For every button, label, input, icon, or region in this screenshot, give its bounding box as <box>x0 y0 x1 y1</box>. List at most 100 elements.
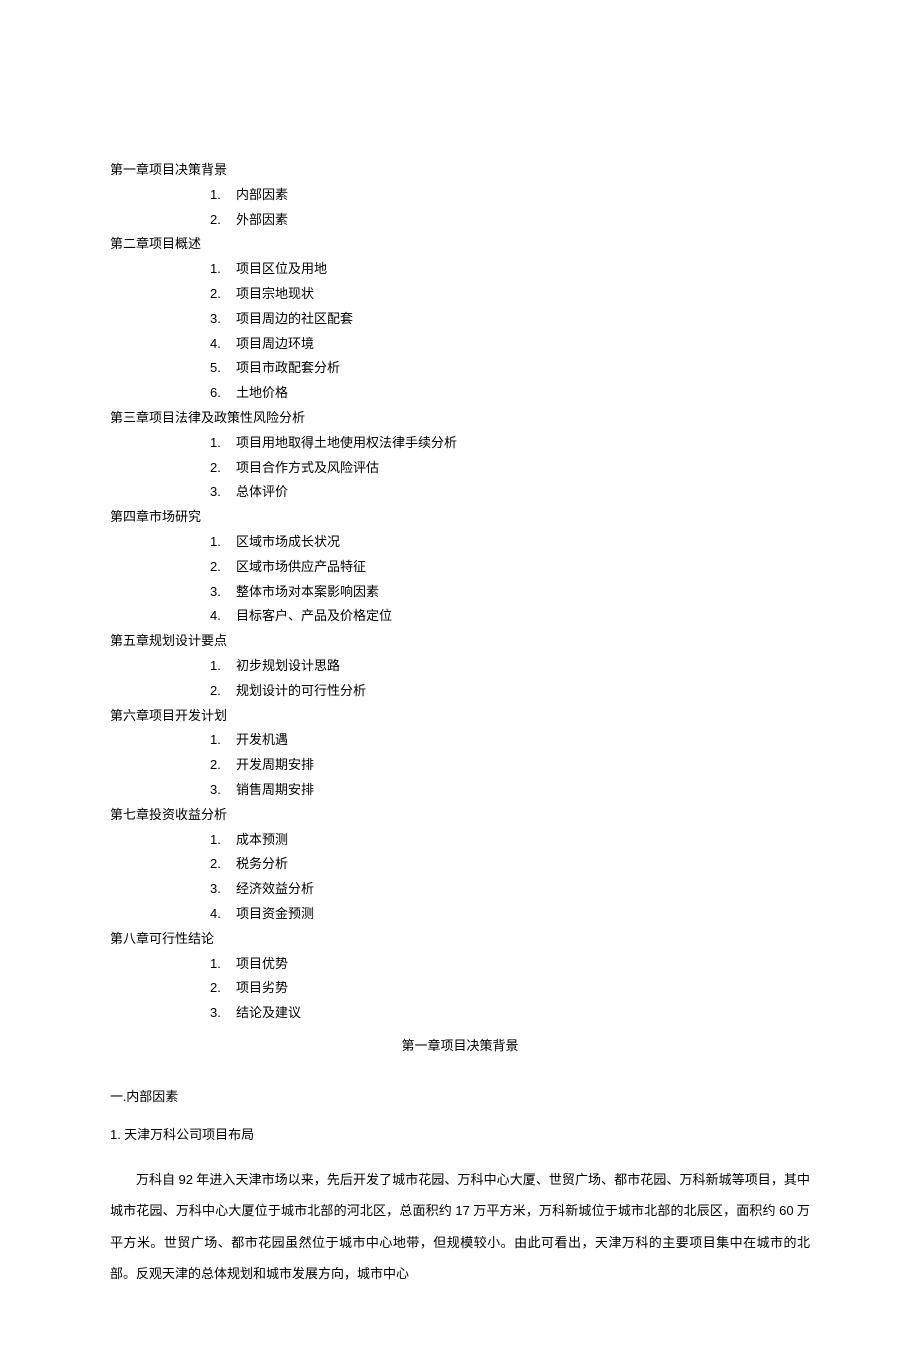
toc-chapter-7: 第七章投资收益分析 1. 成本预测 2. 税务分析 3. 经济效益分析 4. 项… <box>110 805 810 925</box>
subsection-1-heading: 1. 天津万科公司项目布局 <box>110 1125 810 1146</box>
item-text: 项目资金预测 <box>236 904 314 925</box>
item-number: 4. <box>210 334 228 355</box>
item-number: 5. <box>210 358 228 379</box>
toc-item: 2. 开发周期安排 <box>110 755 810 776</box>
item-text: 外部因素 <box>236 210 288 231</box>
item-number: 2. <box>210 681 228 702</box>
toc-item: 3. 项目周边的社区配套 <box>110 309 810 330</box>
item-number: 4. <box>210 606 228 627</box>
chapter-title: 第四章市场研究 <box>110 507 810 528</box>
item-text: 项目市政配套分析 <box>236 358 340 379</box>
item-number: 1. <box>210 259 228 280</box>
toc-item: 1. 区域市场成长状况 <box>110 532 810 553</box>
body-paragraph: 万科自 92 年进入天津市场以来，先后开发了城市花园、万科中心大厦、世贸广场、都… <box>110 1164 810 1289</box>
subsection-number: 1. <box>110 1127 121 1142</box>
toc-item: 2. 税务分析 <box>110 854 810 875</box>
item-text: 税务分析 <box>236 854 288 875</box>
item-text: 项目区位及用地 <box>236 259 327 280</box>
paragraph-number: 17 <box>455 1203 469 1218</box>
paragraph-text: 万科自 <box>136 1172 179 1187</box>
item-text: 区域市场供应产品特征 <box>236 557 366 578</box>
toc-item: 6. 土地价格 <box>110 383 810 404</box>
paragraph-number: 60 <box>779 1203 793 1218</box>
item-number: 3. <box>210 582 228 603</box>
item-text: 项目周边环境 <box>236 334 314 355</box>
subsection-text: 天津万科公司项目布局 <box>121 1127 254 1142</box>
item-number: 1. <box>210 185 228 206</box>
toc-item: 1. 项目优势 <box>110 954 810 975</box>
toc-item: 1. 内部因素 <box>110 185 810 206</box>
item-number: 3. <box>210 309 228 330</box>
chapter-title: 第二章项目概述 <box>110 234 810 255</box>
item-text: 开发周期安排 <box>236 755 314 776</box>
item-text: 销售周期安排 <box>236 780 314 801</box>
content-section: 一.内部因素 1. 天津万科公司项目布局 万科自 92 年进入天津市场以来，先后… <box>110 1087 810 1289</box>
item-number: 2. <box>210 284 228 305</box>
item-text: 项目劣势 <box>236 978 288 999</box>
section-1-heading: 一.内部因素 <box>110 1087 810 1108</box>
item-number: 6. <box>210 383 228 404</box>
chapter-1-title-centered: 第一章项目决策背景 <box>110 1036 810 1057</box>
item-number: 3. <box>210 879 228 900</box>
toc-item: 1. 成本预测 <box>110 830 810 851</box>
item-text: 成本预测 <box>236 830 288 851</box>
toc-item: 1. 项目区位及用地 <box>110 259 810 280</box>
toc-chapter-5: 第五章规划设计要点 1. 初步规划设计思路 2. 规划设计的可行性分析 <box>110 631 810 701</box>
toc-item: 1. 初步规划设计思路 <box>110 656 810 677</box>
item-number: 1. <box>210 433 228 454</box>
toc-chapter-2: 第二章项目概述 1. 项目区位及用地 2. 项目宗地现状 3. 项目周边的社区配… <box>110 234 810 404</box>
item-number: 2. <box>210 755 228 776</box>
item-number: 2. <box>210 978 228 999</box>
item-text: 项目合作方式及风险评估 <box>236 458 379 479</box>
item-text: 总体评价 <box>236 482 288 503</box>
toc-item: 3. 结论及建议 <box>110 1003 810 1024</box>
paragraph-number: 92 <box>179 1172 193 1187</box>
item-number: 1. <box>210 830 228 851</box>
toc-item: 4. 项目资金预测 <box>110 904 810 925</box>
toc-item: 3. 销售周期安排 <box>110 780 810 801</box>
item-text: 整体市场对本案影响因素 <box>236 582 379 603</box>
item-text: 项目用地取得土地使用权法律手续分析 <box>236 433 457 454</box>
item-number: 2. <box>210 557 228 578</box>
item-number: 1. <box>210 730 228 751</box>
toc-chapter-3: 第三章项目法律及政策性风险分析 1. 项目用地取得土地使用权法律手续分析 2. … <box>110 408 810 503</box>
item-text: 经济效益分析 <box>236 879 314 900</box>
toc-item: 2. 项目合作方式及风险评估 <box>110 458 810 479</box>
item-text: 规划设计的可行性分析 <box>236 681 366 702</box>
toc-item: 4. 项目周边环境 <box>110 334 810 355</box>
item-number: 3. <box>210 482 228 503</box>
item-text: 结论及建议 <box>236 1003 301 1024</box>
toc-chapter-6: 第六章项目开发计划 1. 开发机遇 2. 开发周期安排 3. 销售周期安排 <box>110 706 810 801</box>
toc-item: 1. 项目用地取得土地使用权法律手续分析 <box>110 433 810 454</box>
item-number: 1. <box>210 656 228 677</box>
toc-chapter-1: 第一章项目决策背景 1. 内部因素 2. 外部因素 <box>110 160 810 230</box>
toc-chapter-4: 第四章市场研究 1. 区域市场成长状况 2. 区域市场供应产品特征 3. 整体市… <box>110 507 810 627</box>
toc-item: 2. 外部因素 <box>110 210 810 231</box>
item-number: 4. <box>210 904 228 925</box>
chapter-title: 第五章规划设计要点 <box>110 631 810 652</box>
item-number: 1. <box>210 954 228 975</box>
toc-item: 1. 开发机遇 <box>110 730 810 751</box>
toc-chapter-8: 第八章可行性结论 1. 项目优势 2. 项目劣势 3. 结论及建议 <box>110 929 810 1024</box>
toc-item: 3. 经济效益分析 <box>110 879 810 900</box>
toc-item: 4. 目标客户、产品及价格定位 <box>110 606 810 627</box>
item-number: 1. <box>210 532 228 553</box>
item-text: 土地价格 <box>236 383 288 404</box>
chapter-title: 第七章投资收益分析 <box>110 805 810 826</box>
toc-item: 3. 总体评价 <box>110 482 810 503</box>
toc-item: 2. 项目劣势 <box>110 978 810 999</box>
item-number: 2. <box>210 854 228 875</box>
chapter-title: 第六章项目开发计划 <box>110 706 810 727</box>
toc-item: 2. 规划设计的可行性分析 <box>110 681 810 702</box>
item-text: 初步规划设计思路 <box>236 656 340 677</box>
toc-item: 5. 项目市政配套分析 <box>110 358 810 379</box>
chapter-title: 第三章项目法律及政策性风险分析 <box>110 408 810 429</box>
item-text: 项目优势 <box>236 954 288 975</box>
item-text: 目标客户、产品及价格定位 <box>236 606 392 627</box>
item-text: 开发机遇 <box>236 730 288 751</box>
item-number: 3. <box>210 1003 228 1024</box>
item-number: 2. <box>210 210 228 231</box>
chapter-title: 第一章项目决策背景 <box>110 160 810 181</box>
item-text: 内部因素 <box>236 185 288 206</box>
item-number: 3. <box>210 780 228 801</box>
